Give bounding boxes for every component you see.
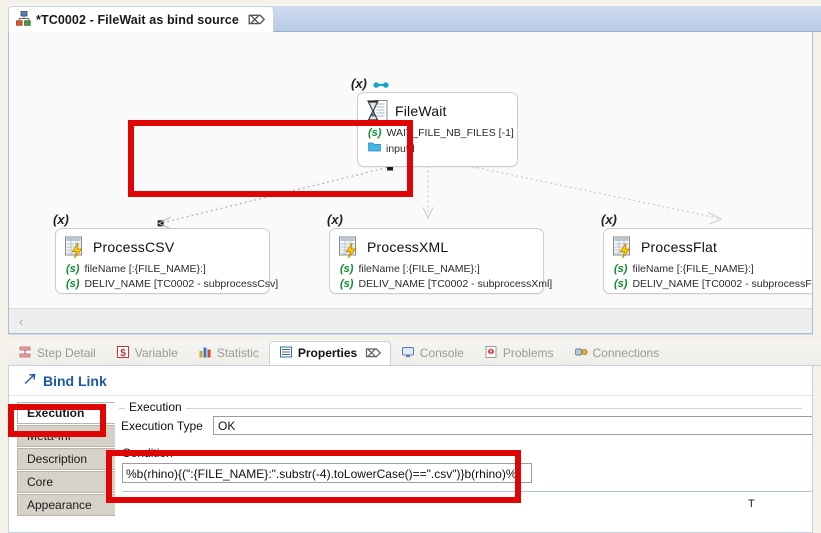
tab-properties[interactable]: Properties ⌦ <box>268 341 391 365</box>
node-processxml-title: ProcessXML <box>367 239 449 255</box>
tab-label: Statistic <box>216 346 259 360</box>
tab-problems[interactable]: Problems <box>474 341 564 365</box>
node-processflat-properties: (s) fileName [:{FILE_NAME}:] (s) DELIV_N… <box>604 261 812 298</box>
node-processxml-header: ProcessXML <box>330 229 543 261</box>
annotation-box-execution-tab <box>8 404 106 437</box>
execution-type-row: Execution Type OK <box>121 416 812 435</box>
svg-text:$: $ <box>120 348 126 359</box>
tab-label: Console <box>419 346 464 360</box>
node-processflat-title: ProcessFlat <box>641 239 718 255</box>
node-processcsv-header: ProcessCSV <box>56 229 269 261</box>
tab-statistic[interactable]: Statistic <box>188 341 269 365</box>
side-tab-label: Appearance <box>27 498 92 512</box>
side-tab-description[interactable]: Description <box>17 448 115 470</box>
execution-group-legend: Execution <box>125 400 186 414</box>
page-title: Bind Link <box>43 372 107 389</box>
execution-group: Execution <box>119 400 802 414</box>
tab-step-detail[interactable]: Step Detail <box>8 341 106 365</box>
application-window: *TC0002 - FileWait as bind source ⌦ (x) … <box>0 0 821 533</box>
dollar-variable-icon: $ <box>116 345 130 362</box>
editor-tab-tc0002[interactable]: *TC0002 - FileWait as bind source ⌦ <box>8 6 274 32</box>
bottom-view-stack: Step Detail $ Variable Statistic Propert… <box>8 340 821 533</box>
group-divider <box>119 408 802 409</box>
node-property-text: fileName [:{FILE_NAME}:] <box>632 263 754 275</box>
close-icon[interactable]: ⌦ <box>248 14 265 26</box>
table-lightning-icon <box>64 235 86 259</box>
problems-icon <box>484 345 498 362</box>
canvas-horizontal-scrollbar[interactable]: ‹ <box>9 308 812 333</box>
node-processflat-header: ProcessFlat <box>604 229 812 261</box>
s-badge-icon: (s) <box>340 263 354 275</box>
process-diagram-icon <box>16 10 31 29</box>
chevron-left-icon[interactable]: ‹ <box>9 315 23 328</box>
s-badge-icon: (s) <box>340 278 354 290</box>
node-filewait-title: FileWait <box>395 103 447 119</box>
annotation-box-condition <box>106 450 521 503</box>
node-property-text: DELIV_NAME [TC0002 - subprocessCsv] <box>84 278 279 290</box>
close-icon[interactable]: ⌦ <box>365 347 381 360</box>
execution-type-input[interactable]: OK <box>213 416 812 435</box>
node-property-row: (s) fileName [:{FILE_NAME}:] <box>340 262 535 277</box>
node-processcsv[interactable]: ProcessCSV (s) fileName [:{FILE_NAME}:] … <box>55 228 278 294</box>
node-property-text: fileName [:{FILE_NAME}:] <box>358 263 480 275</box>
editor-tab-label: *TC0002 - FileWait as bind source <box>36 12 239 27</box>
side-tab-appearance[interactable]: Appearance <box>17 494 115 516</box>
execution-type-label: Execution Type <box>121 418 203 433</box>
node-property-text: fileName [:{FILE_NAME}:] <box>84 263 206 275</box>
node-property-row: (s) DELIV_NAME [TC0002 - subprocessXml] <box>340 277 552 292</box>
connections-icon <box>574 345 588 362</box>
tab-connections[interactable]: Connections <box>564 341 670 365</box>
view-tabstrip: Step Detail $ Variable Statistic Propert… <box>8 340 821 366</box>
s-badge-icon: (s) <box>66 263 80 275</box>
editor-tabstrip: *TC0002 - FileWait as bind source ⌦ <box>8 4 821 32</box>
node-property-row: (s) DELIV_NAME [TC0002 - subprocessCsv] <box>66 277 278 292</box>
s-badge-icon: (s) <box>66 278 80 290</box>
side-tab-core[interactable]: Core <box>17 471 115 493</box>
s-badge-icon: (s) <box>614 278 628 290</box>
step-detail-icon <box>18 345 32 362</box>
side-tab-label: Description <box>27 452 88 466</box>
console-icon <box>401 345 415 362</box>
filewait-variable-marker: (x) <box>351 76 367 91</box>
tab-label: Step Detail <box>37 346 96 360</box>
tab-label: Connections <box>592 346 660 360</box>
properties-icon <box>279 345 293 362</box>
s-badge-icon: (s) <box>614 263 628 275</box>
node-property-row: (s) DELIV_NAME [TC0002 - subprocessFlat] <box>614 277 812 292</box>
annotation-box-link-highlight <box>128 120 413 197</box>
node-property-text: DELIV_NAME [TC0002 - subprocessFlat] <box>632 278 812 290</box>
bind-link-arrow-icon <box>23 372 37 389</box>
processflat-variable-marker: (x) <box>601 212 617 227</box>
node-processflat[interactable]: ProcessFlat (s) fileName [:{FILE_NAME}:]… <box>603 228 812 294</box>
tabstrip-filler <box>260 6 821 32</box>
tab-label: Properties <box>297 346 358 360</box>
bind-link-icon[interactable] <box>373 79 389 93</box>
stray-text-glyph: T <box>748 498 755 510</box>
table-lightning-icon <box>612 235 634 259</box>
processxml-variable-marker: (x) <box>327 212 343 227</box>
node-property-text: DELIV_NAME [TC0002 - subprocessXml] <box>358 278 553 290</box>
side-tab-label: Core <box>27 475 54 489</box>
tab-label: Variable <box>134 346 178 360</box>
tab-label: Problems <box>502 346 554 360</box>
node-processcsv-title: ProcessCSV <box>93 239 175 255</box>
node-property-row: (s) fileName [:{FILE_NAME}:] <box>66 262 261 277</box>
node-property-row: (s) fileName [:{FILE_NAME}:] <box>614 262 809 277</box>
node-processxml-properties: (s) fileName [:{FILE_NAME}:] (s) DELIV_N… <box>330 261 552 298</box>
node-processxml[interactable]: ProcessXML (s) fileName [:{FILE_NAME}:] … <box>329 228 552 294</box>
tab-variable[interactable]: $ Variable <box>106 341 188 365</box>
processcsv-variable-marker: (x) <box>53 212 69 227</box>
bar-chart-icon <box>198 345 212 362</box>
tab-console[interactable]: Console <box>391 341 474 365</box>
node-processcsv-properties: (s) fileName [:{FILE_NAME}:] (s) DELIV_N… <box>56 261 278 298</box>
table-lightning-icon <box>338 235 360 259</box>
properties-title-bar: Bind Link <box>9 366 812 396</box>
